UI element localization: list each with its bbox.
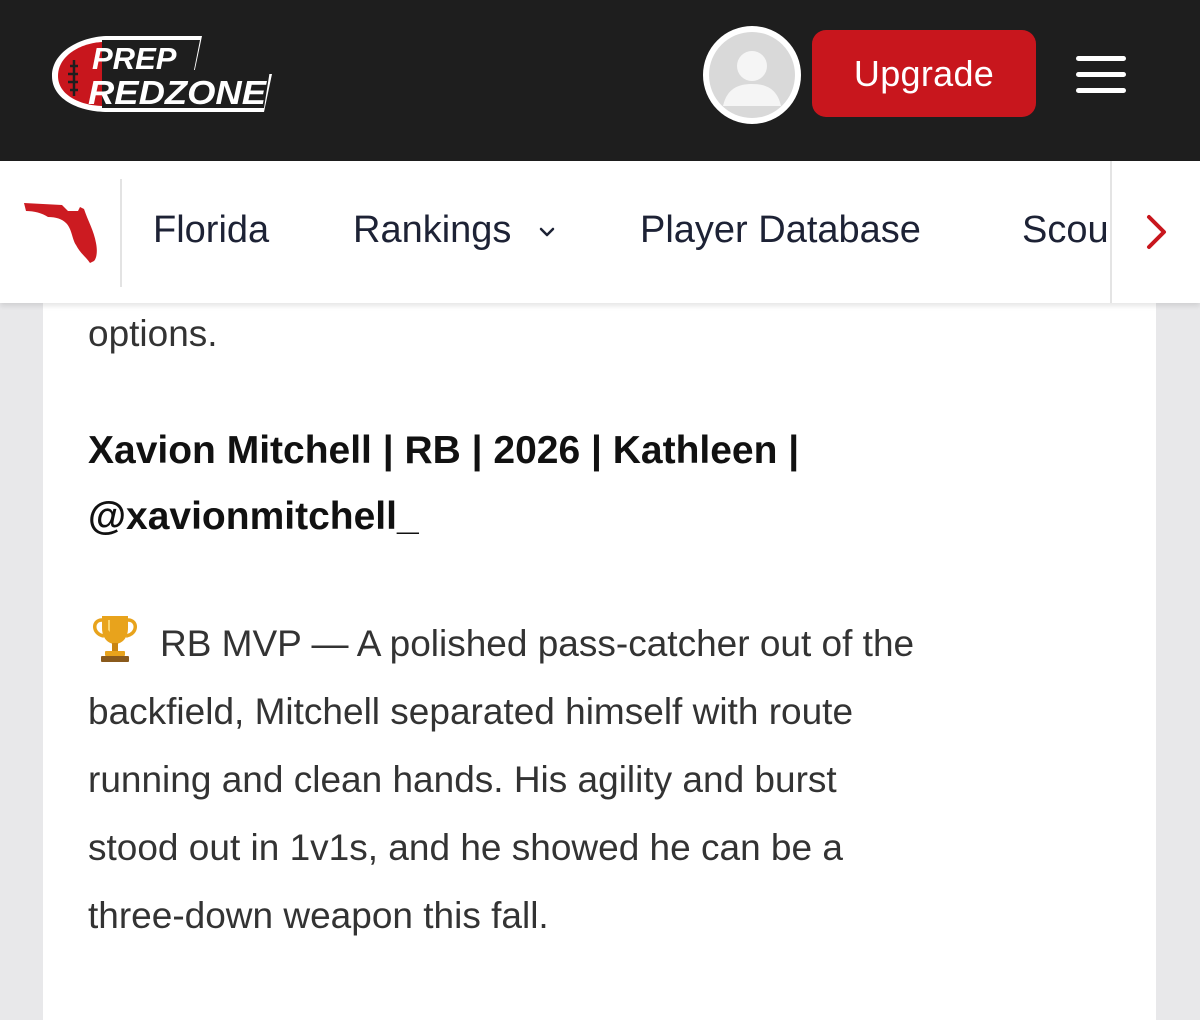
nav-divider [120, 179, 122, 287]
chevron-down-icon [539, 227, 555, 237]
player-headline: Xavion Mitchell | RB | 2026 | Kathleen |… [88, 418, 1128, 550]
prep-redzone-logo[interactable]: PREP REDZONE [44, 30, 289, 116]
nav-item-rankings[interactable]: Rankings [353, 205, 556, 255]
hamburger-menu-icon[interactable] [1070, 52, 1132, 98]
writeup-line: RB MVP — A polished pass-catcher out of … [88, 610, 1128, 678]
nav-item-player-database[interactable]: Player Database [640, 205, 921, 255]
default-avatar-icon [709, 32, 795, 118]
previous-paragraph-text: options. [88, 313, 218, 354]
florida-state-icon[interactable] [22, 199, 100, 265]
nav-item-label: Florida [153, 209, 270, 251]
user-avatar[interactable] [703, 26, 801, 124]
section-navbar: Florida Rankings Player Database Scou [0, 161, 1200, 303]
logo-text-prep: PREP [92, 41, 177, 76]
top-header-bar: PREP REDZONE Upgrade [0, 0, 1200, 161]
logo-text-redzone: REDZONE [88, 74, 267, 111]
nav-item-label: Player Database [640, 209, 921, 251]
nav-item-scouting[interactable]: Scou [1022, 205, 1109, 255]
headline-line: Xavion Mitchell | RB | 2026 | Kathleen | [88, 429, 800, 472]
writeup-line: stood out in 1v1s, and he showed he can … [88, 827, 843, 868]
writeup-line: backfield, Mitchell separated himself wi… [88, 691, 854, 732]
player-writeup: RB MVP — A polished pass-catcher out of … [88, 610, 1128, 950]
nav-item-label: Rankings [353, 209, 512, 251]
writeup-line: three-down weapon this fall. [88, 895, 549, 936]
nav-item-label: Scou [1022, 209, 1109, 251]
writeup-line: running and clean hands. His agility and… [88, 759, 837, 800]
nav-item-florida[interactable]: Florida [153, 205, 269, 255]
upgrade-button[interactable]: Upgrade [812, 30, 1036, 117]
player-handle: @xavionmitchell_ [88, 495, 419, 538]
trophy-icon [93, 616, 137, 662]
article-card: options. Xavion Mitchell | RB | 2026 | K… [43, 280, 1156, 1020]
nav-scroll-right-button[interactable] [1110, 161, 1200, 303]
chevron-right-icon [1147, 215, 1166, 249]
writeup-text: RB MVP — A polished pass-catcher out of … [160, 623, 915, 664]
